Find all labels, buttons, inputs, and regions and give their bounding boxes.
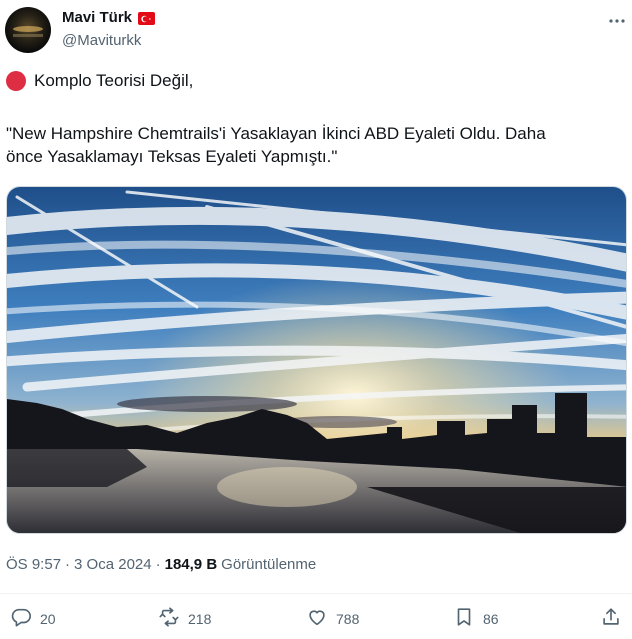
reply-icon [10,606,32,631]
reply-count: 20 [40,610,56,627]
repost-icon [158,606,180,631]
author-handle[interactable]: @Maviturkk [62,32,141,49]
meta-separator: · [65,556,71,573]
name-row: Mavi Türk [62,9,156,26]
avatar-glow [13,26,43,32]
like-button[interactable]: 788 [306,606,359,631]
like-count: 788 [336,610,360,627]
heart-icon [306,606,328,631]
views-count: 184,9 B [164,556,218,573]
meta-separator: · [155,556,161,573]
repost-button[interactable]: 218 [158,606,211,631]
turkey-flag-icon [138,11,156,25]
more-options-icon[interactable] [608,12,626,35]
divider [0,593,632,594]
tweet-quote-line-2: önce Yasaklamayı Teksas Eyaleti Yapmıştı… [6,147,338,166]
tweet-line-1: Komplo Teorisi Değil, [6,69,626,92]
share-button[interactable] [600,606,622,631]
bookmark-count: 86 [483,610,499,627]
reply-button[interactable]: 20 [10,606,56,631]
repost-count: 218 [188,610,212,627]
tweet-meta: ÖS 9:57 · 3 Oca 2024 · 184,9 B Görüntüle… [6,556,316,573]
tweet-header: Mavi Türk @Maviturkk [0,0,632,60]
tweet-actions: 20 218 788 86 [0,606,632,634]
views-label: Görüntülenme [221,556,317,573]
avatar-text-mark [13,34,43,37]
bookmark-button[interactable]: 86 [453,606,499,631]
tweet-time[interactable]: ÖS 9:57 [6,556,61,573]
red-circle-emoji-icon [6,70,26,91]
tweet-date[interactable]: 3 Oca 2024 [74,556,152,573]
author-display-name[interactable]: Mavi Türk [62,9,132,26]
tweet-image[interactable] [6,186,627,534]
tweet-quote: "New Hampshire Chemtrails'i Yasaklayan İ… [6,122,626,168]
tweet-line-1-text: Komplo Teorisi Değil, [34,71,194,90]
chemtrail-sky-photo [7,187,626,533]
bookmark-icon [453,606,475,631]
share-icon [600,606,622,631]
tweet-quote-line-1: "New Hampshire Chemtrails'i Yasaklayan İ… [6,124,546,143]
avatar[interactable] [5,7,51,53]
